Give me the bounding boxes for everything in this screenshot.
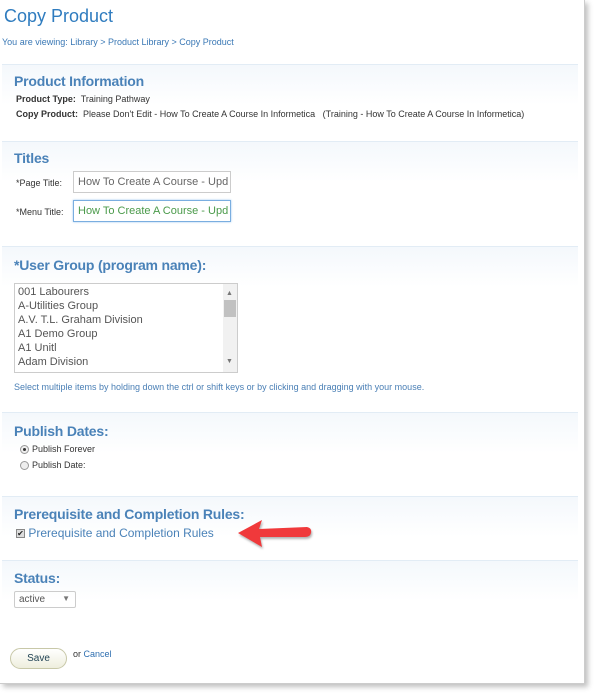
cancel-link[interactable]: Cancel (84, 649, 112, 659)
publish-date-radio[interactable] (20, 461, 29, 471)
menu-title-input[interactable]: How To Create A Course - Upd (73, 200, 231, 222)
page-title: Copy Product (4, 6, 114, 26)
page-title-label: *Page Title: (16, 178, 63, 188)
scroll-up-icon[interactable]: ▲ (226, 287, 233, 301)
chevron-down-icon: ▼ (62, 594, 70, 603)
section-heading: Product Information (14, 73, 144, 89)
status-section: Status: active ▼ (2, 560, 578, 630)
page-title-input[interactable]: How To Create A Course - Upd (73, 171, 231, 193)
list-item[interactable]: 001 Labourers (15, 285, 237, 299)
list-item[interactable]: A.V. T.L. Graham Division (15, 313, 237, 327)
save-button[interactable]: Save (10, 648, 67, 669)
scroll-down-icon[interactable]: ▼ (226, 355, 233, 369)
scrollbar-thumb[interactable] (224, 300, 236, 317)
section-heading: Prerequisite and Completion Rules: (14, 506, 245, 522)
section-heading: Publish Dates: (14, 423, 109, 439)
section-heading: Titles (14, 150, 50, 166)
product-info-section: Product Information Product Type: Traini… (2, 64, 578, 142)
breadcrumb: You are viewing: Library > Product Libra… (2, 37, 234, 47)
list-item[interactable]: A-Utilities Group (15, 299, 237, 313)
prereq-section: Prerequisite and Completion Rules: ✔ Pre… (2, 496, 578, 561)
publish-forever-label: Publish Forever (32, 444, 96, 454)
user-group-listbox[interactable]: 001 Labourers A-Utilities Group A.V. T.L… (14, 283, 238, 373)
product-type-value: Training Pathway (80, 94, 150, 104)
publish-dates-section: Publish Dates: Publish Forever Publish D… (2, 412, 578, 497)
section-heading: *User Group (program name): (14, 257, 207, 273)
user-group-section: *User Group (program name): 001 Labourer… (2, 246, 578, 413)
product-type-label: Product Type: (16, 94, 76, 104)
prereq-checkbox-label[interactable]: Prerequisite and Completion Rules (28, 526, 213, 540)
titles-section: Titles *Page Title: How To Create A Cour… (2, 141, 578, 247)
section-heading: Status: (14, 570, 61, 586)
publish-date-label: Publish Date: (32, 460, 86, 470)
copy-product-label: Copy Product: (16, 109, 78, 119)
or-text: or (73, 649, 82, 659)
status-value: active (19, 594, 46, 605)
status-select[interactable]: active ▼ (14, 591, 76, 608)
menu-title-label: *Menu Title: (16, 207, 64, 217)
scrollbar[interactable]: ▲ ▼ (223, 284, 237, 372)
user-group-hint: Select multiple items by holding down th… (14, 382, 425, 392)
copy-product-value: Please Don't Edit - How To Create A Cour… (83, 109, 525, 119)
list-item[interactable]: A1 Demo Group (15, 327, 237, 341)
list-item[interactable]: Adam Division (15, 355, 237, 369)
list-item[interactable]: A1 Unitl (15, 341, 237, 355)
publish-forever-radio[interactable] (20, 445, 29, 455)
prereq-checkbox[interactable]: ✔ (16, 529, 25, 538)
page: Copy Product You are viewing: Library > … (0, 0, 585, 684)
arrow-annotation-icon (238, 520, 312, 547)
